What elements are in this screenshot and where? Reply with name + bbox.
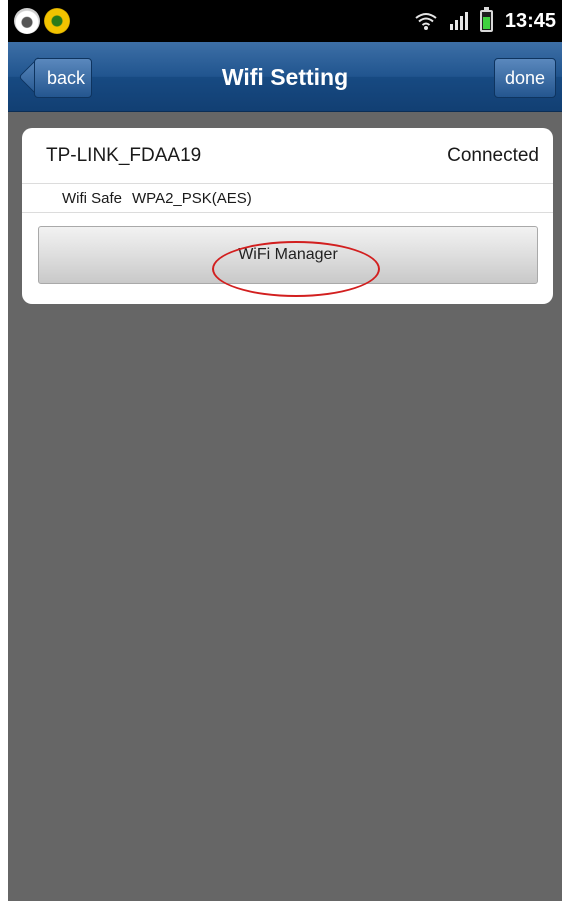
notification-icon [44, 8, 70, 34]
status-bar-system: 13:45 [414, 7, 556, 33]
status-bar: 13:45 [8, 0, 562, 42]
security-label: Wifi Safe [62, 190, 123, 207]
camera-app-icon [14, 8, 40, 34]
battery-icon [479, 7, 493, 32]
network-ssid: TP-LINK_FDAA19 [46, 144, 202, 166]
status-bar-notifications [14, 8, 70, 34]
clock: 13:45 [504, 9, 556, 32]
wifi-info-card: TP-LINK_FDAA19 Connected Wifi Safe WPA2_… [22, 128, 553, 304]
security-row: Wifi Safe WPA2_PSK(AES) [22, 185, 553, 213]
network-row: TP-LINK_FDAA19 Connected [22, 128, 553, 184]
navigation-bar: Wifi Setting back done [8, 42, 562, 112]
back-button[interactable]: back [34, 58, 92, 98]
wifi-manager-button[interactable]: WiFi Manager [38, 226, 538, 284]
phone-screen: 13:45 Wifi Setting back done TP-LINK_FDA… [8, 0, 562, 901]
done-button[interactable]: done [494, 58, 556, 98]
signal-icon [449, 12, 468, 30]
connection-status: Connected [447, 144, 539, 166]
wifi-icon [414, 11, 438, 31]
security-value: WPA2_PSK(AES) [132, 190, 252, 207]
